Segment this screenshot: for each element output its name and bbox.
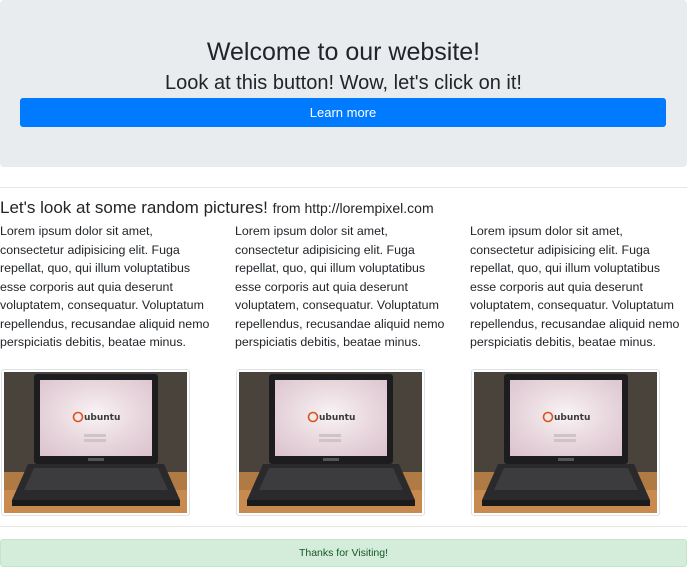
laptop-ubuntu-picture: ubuntu: [4, 372, 187, 513]
gallery-column-2: Lorem ipsum dolor sit amet, consectetur …: [235, 222, 453, 516]
laptop-ubuntu-picture: ubuntu: [239, 372, 422, 513]
hero-title: Welcome to our website!: [206, 38, 481, 66]
laptop-image: ubuntu: [236, 369, 425, 516]
hero-jumbotron: Welcome to our website! Look at this but…: [0, 0, 687, 167]
laptop-image: ubuntu: [471, 369, 660, 516]
gallery-column-3: Lorem ipsum dolor sit amet, consectetur …: [470, 222, 687, 516]
laptop-image: ubuntu: [1, 369, 190, 516]
footer-message: Thanks for Visiting!: [298, 547, 389, 559]
gallery-heading-source: from http://lorempixel.com: [272, 200, 434, 216]
column-text: Lorem ipsum dolor sit amet, consectetur …: [0, 224, 210, 349]
gallery-heading-text: Let's look at some random pictures!: [0, 198, 268, 217]
laptop-ubuntu-picture: ubuntu: [474, 372, 657, 513]
column-text: Lorem ipsum dolor sit amet, consectetur …: [470, 224, 680, 349]
ubuntu-logo-text: ubuntu: [319, 413, 355, 423]
learn-more-button[interactable]: Learn more: [20, 98, 666, 127]
column-text: Lorem ipsum dolor sit amet, consectetur …: [235, 224, 445, 349]
ubuntu-logo-text: ubuntu: [554, 413, 590, 423]
section-divider-bottom: [0, 526, 687, 527]
hero-subtitle: Look at this button! Wow, let's click on…: [165, 72, 522, 94]
ubuntu-logo-text: ubuntu: [84, 413, 120, 423]
footer-alert: Thanks for Visiting!: [0, 539, 687, 567]
gallery-heading: Let's look at some random pictures! from…: [0, 197, 434, 219]
section-divider-top: [0, 187, 687, 188]
gallery-column-1: Lorem ipsum dolor sit amet, consectetur …: [0, 222, 218, 516]
